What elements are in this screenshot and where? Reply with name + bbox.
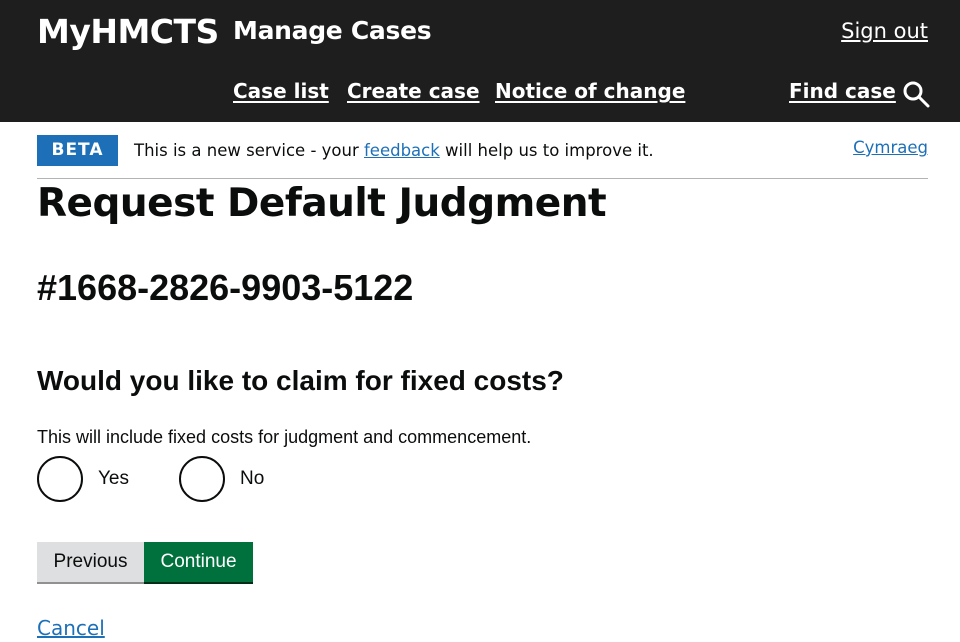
phase-text-before: This is a new service - your: [134, 141, 364, 160]
cancel-link[interactable]: Cancel: [37, 614, 105, 642]
radio-label-no[interactable]: No: [240, 468, 264, 490]
brand-logo-text: MyHMCTS: [37, 12, 219, 51]
page-title: Request Default Judgment: [37, 181, 607, 226]
sign-out-link[interactable]: Sign out: [841, 16, 928, 46]
question-hint: This will include fixed costs for judgme…: [37, 427, 532, 447]
question-heading: Would you like to claim for fixed costs?: [37, 365, 564, 396]
case-reference: #1668-2826-9903-5122: [37, 267, 414, 308]
phase-text-after: will help us to improve it.: [439, 141, 654, 160]
beta-tag: BETA: [37, 135, 118, 166]
phase-banner-text: This is a new service - your feedback wi…: [134, 139, 654, 163]
continue-button[interactable]: Continue: [144, 542, 253, 582]
phase-banner: BETA This is a new service - your feedba…: [37, 134, 928, 179]
radio-yes[interactable]: Yes: [37, 456, 129, 502]
nav-create-case[interactable]: Create case: [347, 76, 480, 106]
previous-button[interactable]: Previous: [37, 542, 144, 582]
radio-no[interactable]: No: [179, 456, 264, 502]
language-toggle-link[interactable]: Cymraeg: [853, 136, 928, 160]
find-case-link[interactable]: Find case: [789, 76, 896, 106]
site-header: MyHMCTS Manage Cases Sign out Case list …: [0, 0, 960, 122]
service-name[interactable]: Manage Cases: [233, 14, 432, 48]
radio-circle-no[interactable]: [179, 456, 225, 502]
nav-case-list[interactable]: Case list: [233, 76, 329, 106]
search-icon[interactable]: [902, 80, 930, 108]
radio-label-yes[interactable]: Yes: [98, 468, 129, 490]
radio-circle-yes[interactable]: [37, 456, 83, 502]
feedback-link[interactable]: feedback: [364, 141, 440, 160]
nav-notice-of-change[interactable]: Notice of change: [495, 76, 685, 106]
